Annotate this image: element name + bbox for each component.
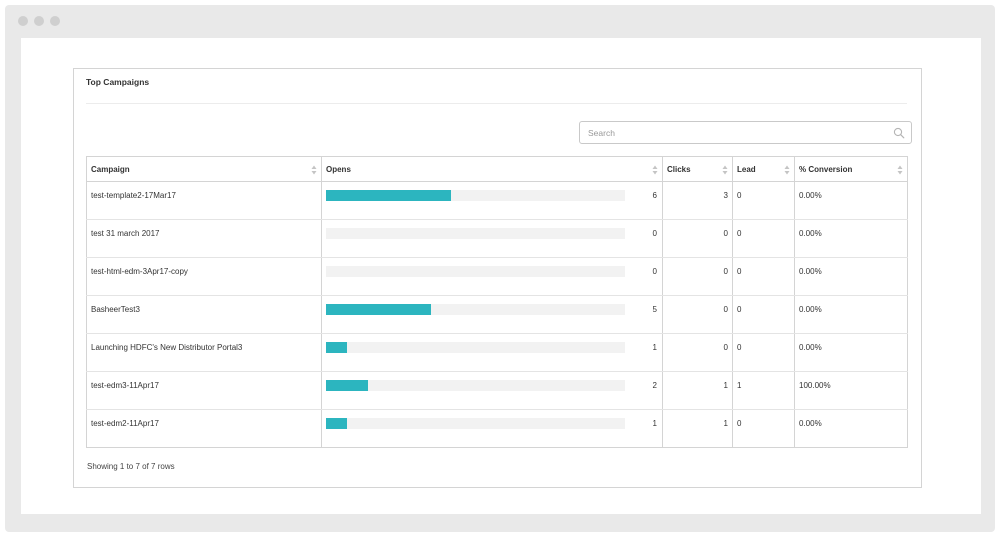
table-header-row: Campaign Opens Clicks Lead % Conversion — [86, 156, 908, 182]
campaign-cell: test-html-edm-3Apr17-copy — [86, 257, 322, 296]
column-header-conversion[interactable]: % Conversion — [794, 156, 908, 182]
opens-count: 5 — [652, 305, 657, 314]
sort-icon[interactable] — [311, 165, 317, 175]
opens-cell: 0 — [321, 257, 663, 296]
opens-cell: 5 — [321, 295, 663, 334]
table-row[interactable]: test-edm3-11Apr17 2 1 1 100.00% — [86, 371, 908, 410]
opens-cell: 2 — [321, 371, 663, 410]
opens-count: 1 — [652, 419, 657, 428]
clicks-cell: 0 — [662, 257, 733, 296]
lead-cell: 0 — [732, 257, 795, 296]
panel-title: Top Campaigns — [86, 77, 150, 87]
column-header-campaign[interactable]: Campaign — [86, 156, 322, 182]
campaigns-table: Campaign Opens Clicks Lead % Conversion — [86, 156, 908, 448]
campaign-cell: test 31 march 2017 — [86, 219, 322, 258]
clicks-cell: 1 — [662, 409, 733, 448]
opens-cell: 1 — [321, 333, 663, 372]
opens-bar — [326, 342, 347, 353]
column-header-lead[interactable]: Lead — [732, 156, 795, 182]
search-input[interactable] — [580, 122, 880, 143]
title-divider — [86, 103, 907, 104]
sort-icon[interactable] — [722, 165, 728, 175]
table-row[interactable]: BasheerTest3 5 0 0 0.00% — [86, 295, 908, 334]
lead-cell: 0 — [732, 409, 795, 448]
table-row[interactable]: test-html-edm-3Apr17-copy 0 0 0 0.00% — [86, 257, 908, 296]
opens-bar-track — [326, 418, 625, 429]
conversion-cell: 100.00% — [794, 371, 908, 410]
opens-count: 2 — [652, 381, 657, 390]
lead-cell: 0 — [732, 219, 795, 258]
table-row[interactable]: test-template2-17Mar17 6 3 0 0.00% — [86, 181, 908, 220]
opens-cell: 1 — [321, 409, 663, 448]
top-campaigns-panel: Top Campaigns Campaign Opens — [73, 68, 922, 488]
opens-bar-track — [326, 190, 625, 201]
table-row[interactable]: test-edm2-11Apr17 1 1 0 0.00% — [87, 409, 908, 448]
pagination-info: Showing 1 to 7 of 7 rows — [87, 462, 175, 471]
clicks-cell: 0 — [662, 333, 733, 372]
column-header-clicks[interactable]: Clicks — [662, 156, 733, 182]
search-box[interactable] — [579, 121, 912, 144]
opens-cell: 6 — [321, 181, 663, 220]
clicks-cell: 1 — [662, 371, 733, 410]
table-row[interactable]: test 31 march 2017 0 0 0 0.00% — [86, 219, 908, 258]
sort-icon[interactable] — [652, 165, 658, 175]
window-dot-1[interactable] — [18, 16, 28, 26]
campaign-cell: test-edm3-11Apr17 — [86, 371, 322, 410]
sort-icon[interactable] — [897, 165, 903, 175]
conversion-cell: 0.00% — [794, 295, 908, 334]
window-controls — [18, 16, 60, 26]
opens-count: 6 — [652, 191, 657, 200]
campaign-cell: test-edm2-11Apr17 — [91, 419, 159, 428]
campaign-cell: BasheerTest3 — [86, 295, 322, 334]
clicks-cell: 3 — [662, 181, 733, 220]
campaign-cell: test-template2-17Mar17 — [86, 181, 322, 220]
opens-bar-track — [326, 380, 625, 391]
opens-bar — [326, 304, 431, 315]
column-label-opens: Opens — [326, 165, 351, 174]
table-row[interactable]: Launching HDFC's New Distributor Portal3… — [86, 333, 908, 372]
table-body: test-template2-17Mar17 6 3 0 0.00% test … — [86, 181, 908, 448]
lead-cell: 1 — [732, 371, 795, 410]
window-dot-3[interactable] — [50, 16, 60, 26]
conversion-cell: 0.00% — [794, 219, 908, 258]
opens-count: 1 — [652, 343, 657, 352]
opens-bar — [326, 418, 347, 429]
column-header-opens[interactable]: Opens — [321, 156, 663, 182]
opens-bar — [326, 190, 452, 201]
conversion-cell: 0.00% — [794, 333, 908, 372]
opens-bar — [326, 380, 368, 391]
lead-cell: 0 — [732, 181, 795, 220]
column-label-conversion: % Conversion — [799, 165, 853, 174]
opens-bar-track — [326, 342, 625, 353]
lead-cell: 0 — [732, 333, 795, 372]
column-label-campaign: Campaign — [91, 165, 130, 174]
conversion-cell: 0.00% — [794, 257, 908, 296]
conversion-cell: 0.00% — [794, 181, 908, 220]
opens-count: 0 — [652, 267, 657, 276]
opens-bar-track — [326, 266, 625, 277]
window-dot-2[interactable] — [34, 16, 44, 26]
search-icon[interactable] — [893, 127, 905, 139]
opens-cell: 0 — [321, 219, 663, 258]
opens-count: 0 — [652, 229, 657, 238]
conversion-cell: 0.00% — [794, 409, 908, 448]
column-label-clicks: Clicks — [667, 165, 691, 174]
clicks-cell: 0 — [662, 295, 733, 334]
opens-bar-track — [326, 228, 625, 239]
opens-bar-track — [326, 304, 625, 315]
clicks-cell: 0 — [662, 219, 733, 258]
campaign-cell: Launching HDFC's New Distributor Portal3 — [86, 333, 322, 372]
lead-cell: 0 — [732, 295, 795, 334]
sort-icon[interactable] — [784, 165, 790, 175]
column-label-lead: Lead — [737, 165, 756, 174]
